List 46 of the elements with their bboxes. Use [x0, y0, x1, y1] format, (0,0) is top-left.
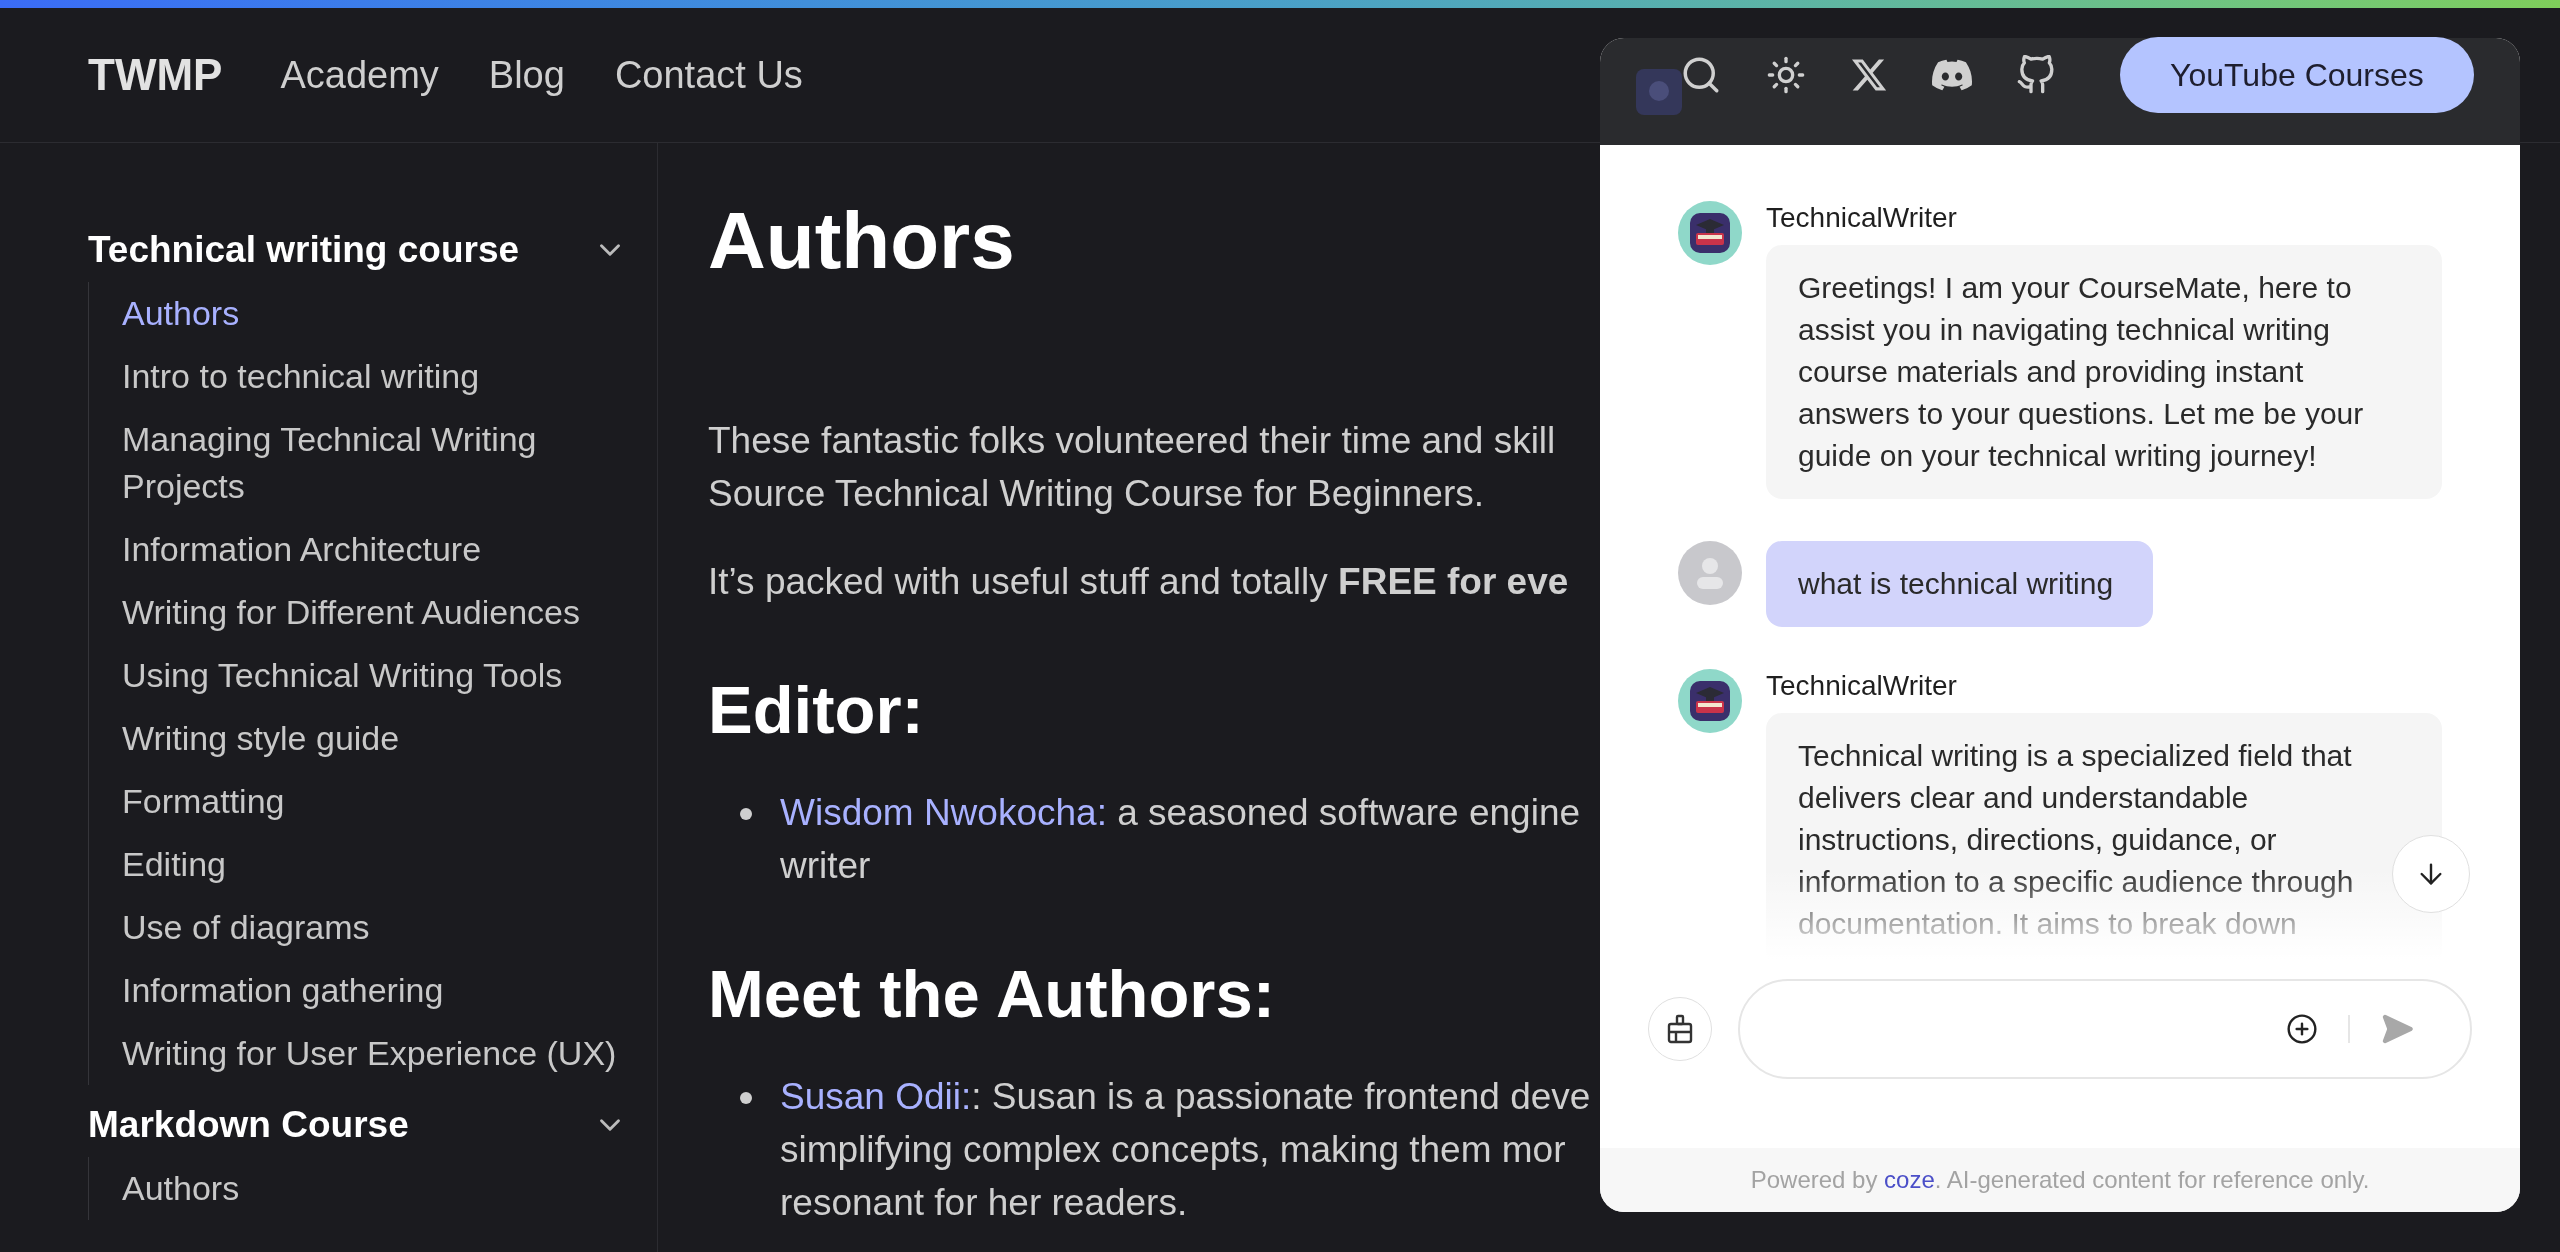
- sidebar-section-title[interactable]: Markdown Course: [88, 1097, 409, 1153]
- footer-note: Powered by coze. AI-generated content for reference only.: [1750, 1165, 2370, 1195]
- sidebar-item[interactable]: Use of diagrams: [122, 896, 622, 959]
- sun-icon[interactable]: [1766, 55, 1806, 95]
- message-bubble: Greetings! I am your CourseMate, here to assist you in navigating technical writing course materials and providing instant answers to your questions. Let me be your guide on your technical writing journey!: [1766, 245, 2442, 499]
- sidebar-item[interactable]: Information gathering: [122, 959, 622, 1022]
- github-icon[interactable]: [2016, 55, 2056, 95]
- user-avatar: [1678, 541, 1742, 605]
- sidebar-item[interactable]: Authors: [122, 1157, 622, 1220]
- sidebar-item[interactable]: Intro to technical writing: [122, 345, 622, 408]
- list-item-text: Susan Odii:: Susan is a passionate frontend deve simplifying complex concepts, making them mor resonant for her readers.: [780, 1075, 1591, 1225]
- sidebar-item[interactable]: Writing for User Experience (UX): [122, 1022, 622, 1085]
- sidebar-item[interactable]: Authors: [122, 282, 622, 345]
- nav-link[interactable]: Academy: [280, 46, 439, 104]
- brush-icon: [1666, 1014, 1694, 1044]
- intro-paragraph: It’s packed with useful stuff and totally FREE for eve: [708, 560, 1570, 604]
- author-link[interactable]: Wisdom Nwokocha:: [780, 792, 1107, 833]
- page-title: Authors: [708, 195, 1016, 287]
- nav-link[interactable]: Contact Us: [614, 46, 803, 104]
- bullet: [740, 1092, 752, 1104]
- sidebar-item[interactable]: Writing style guide: [122, 707, 622, 770]
- coze-link[interactable]: coze: [1884, 1166, 1935, 1193]
- youtube-courses-button[interactable]: YouTube Courses: [2120, 37, 2474, 113]
- section-heading: Meet the Authors:: [708, 955, 1276, 1033]
- sidebar-item[interactable]: Editing: [122, 833, 622, 896]
- section-heading: Editor:: [708, 671, 925, 749]
- sidebar-item[interactable]: Using Technical Writing Tools: [122, 644, 622, 707]
- message-input[interactable]: [1738, 979, 2472, 1079]
- author-link[interactable]: Susan Odii:: [780, 1076, 972, 1117]
- coze-logo-icon: [1636, 68, 1682, 115]
- list-item-text: Wisdom Nwokocha: a seasoned software engine writer: [780, 791, 1581, 888]
- intro-paragraph: These fantastic folks volunteered their time and skill Source Technical Writing Course for Beginners.: [708, 419, 1557, 516]
- bullet: [740, 808, 752, 820]
- nav-link[interactable]: Blog: [488, 46, 565, 104]
- sidebar-item[interactable]: Formatting: [122, 770, 622, 833]
- add-icon[interactable]: [2286, 1013, 2318, 1045]
- site-logo[interactable]: TWMP: [88, 42, 223, 108]
- bot-avatar: [1678, 669, 1742, 733]
- sidebar-section-title[interactable]: Technical writing course: [88, 222, 520, 278]
- bot-avatar: [1678, 201, 1742, 265]
- sidebar-item[interactable]: Writing for Different Audiences: [122, 581, 622, 644]
- message-bubble: what is technical writing: [1766, 541, 2154, 627]
- sidebar-item[interactable]: Information Architecture: [122, 518, 622, 581]
- bot-name: TechnicalWriter: [1766, 201, 1958, 235]
- bot-name: TechnicalWriter: [1766, 669, 1958, 703]
- sidebar-item[interactable]: Managing Technical Writing Projects: [122, 408, 622, 518]
